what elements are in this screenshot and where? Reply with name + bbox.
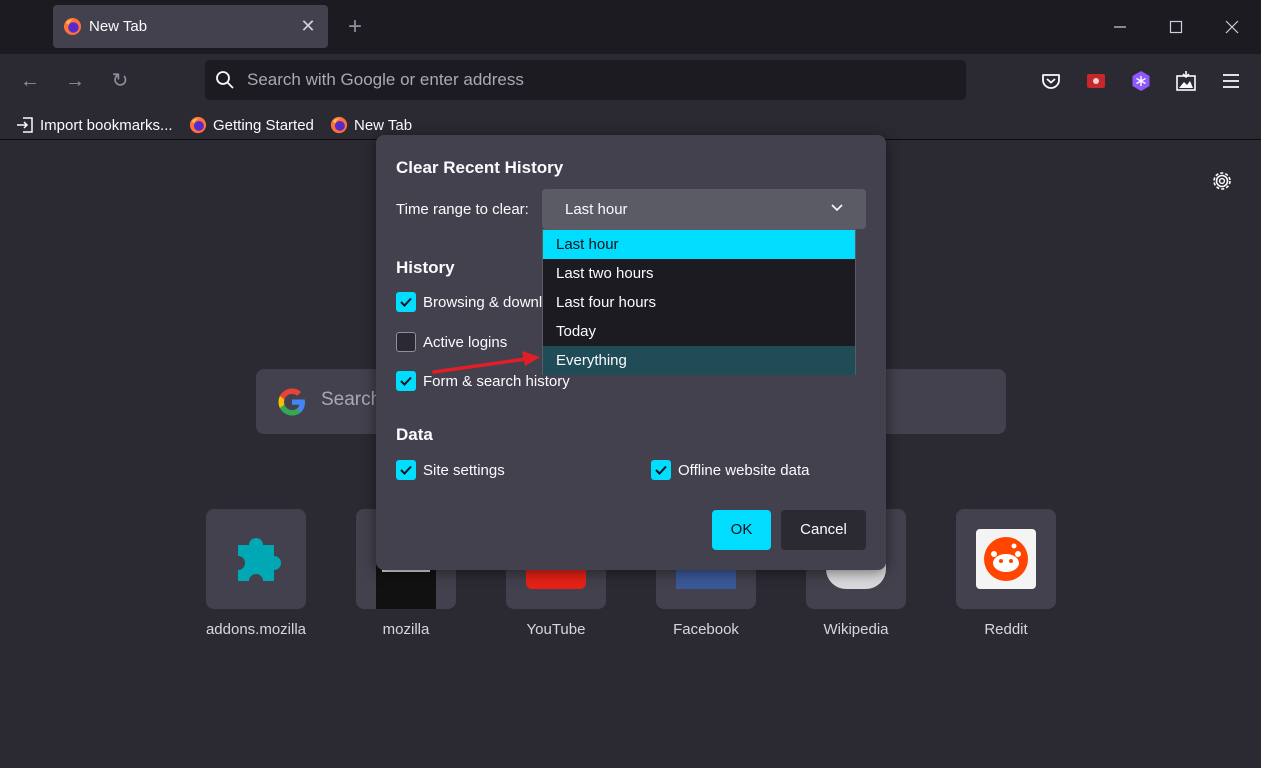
address-input[interactable] bbox=[247, 60, 947, 100]
browsing-history-checkbox[interactable] bbox=[396, 292, 416, 312]
search-icon bbox=[216, 71, 234, 89]
minimize-icon bbox=[1114, 26, 1126, 28]
site-label: YouTube bbox=[526, 621, 586, 638]
firefox-icon bbox=[189, 116, 207, 134]
cancel-button[interactable]: Cancel bbox=[781, 510, 866, 550]
close-icon bbox=[1225, 20, 1239, 34]
google-icon bbox=[278, 388, 305, 416]
reload-button[interactable]: ↻ bbox=[105, 66, 135, 96]
active-logins-checkbox[interactable] bbox=[396, 332, 416, 352]
form-history-checkbox[interactable] bbox=[396, 371, 416, 391]
top-site-addons[interactable]: addons.mozilla bbox=[206, 509, 306, 638]
site-tile bbox=[206, 509, 306, 609]
title-bar: New Tab ✕ + bbox=[0, 0, 1261, 54]
maximize-button[interactable] bbox=[1159, 10, 1193, 44]
firefox-icon bbox=[330, 116, 348, 134]
bookmark-new-tab[interactable]: New Tab bbox=[330, 114, 412, 136]
option-last-two-hours[interactable]: Last two hours bbox=[543, 259, 855, 288]
site-label: Wikipedia bbox=[823, 621, 889, 638]
pocket-icon[interactable] bbox=[1037, 67, 1065, 95]
annotation-arrow-icon bbox=[432, 351, 540, 374]
close-window-button[interactable] bbox=[1215, 10, 1249, 44]
dialog-title: Clear Recent History bbox=[396, 158, 564, 177]
navigation-toolbar: ← → ↻ bbox=[0, 54, 1261, 108]
browsing-history-label: Browsing & downl bbox=[423, 294, 543, 311]
checkmark-icon bbox=[400, 376, 412, 386]
bookmark-getting-started[interactable]: Getting Started bbox=[189, 114, 314, 136]
history-heading: History bbox=[396, 258, 455, 277]
google-search-placeholder: Search bbox=[321, 389, 382, 410]
time-range-select[interactable]: Last hour bbox=[542, 189, 866, 229]
offline-data-checkbox[interactable] bbox=[651, 460, 671, 480]
screenshot-icon[interactable] bbox=[1172, 67, 1200, 95]
extension-red-icon[interactable] bbox=[1082, 67, 1110, 95]
menu-icon[interactable] bbox=[1217, 67, 1245, 95]
import-icon bbox=[17, 117, 33, 133]
time-range-dropdown: Last hour Last two hours Last four hours… bbox=[542, 229, 856, 375]
time-range-value: Last hour bbox=[565, 201, 628, 218]
option-last-hour[interactable]: Last hour bbox=[543, 230, 855, 259]
ok-button[interactable]: OK bbox=[712, 510, 771, 550]
tab-title: New Tab bbox=[89, 18, 148, 35]
gear-icon[interactable] bbox=[1209, 168, 1235, 194]
minimize-button[interactable] bbox=[1103, 10, 1137, 44]
site-label: Reddit bbox=[984, 621, 1028, 638]
offline-data-label: Offline website data bbox=[678, 462, 810, 479]
checkmark-icon bbox=[400, 465, 412, 475]
data-heading: Data bbox=[396, 425, 433, 444]
active-logins-label: Active logins bbox=[423, 334, 508, 351]
address-bar[interactable] bbox=[205, 60, 966, 100]
forward-button[interactable]: → bbox=[60, 66, 90, 96]
mozilla-logo-marks bbox=[382, 569, 430, 579]
site-label: addons.mozilla bbox=[205, 621, 307, 638]
chevron-down-icon bbox=[831, 204, 843, 212]
extension-purple-icon[interactable] bbox=[1127, 67, 1155, 95]
site-label: Facebook bbox=[673, 621, 739, 638]
puzzle-icon bbox=[238, 538, 281, 581]
option-today[interactable]: Today bbox=[543, 317, 855, 346]
top-site-reddit[interactable]: Reddit bbox=[956, 509, 1056, 638]
back-button[interactable]: ← bbox=[15, 66, 45, 96]
site-label: mozilla bbox=[382, 621, 430, 638]
bookmark-label: New Tab bbox=[354, 116, 413, 134]
new-tab-button[interactable]: + bbox=[342, 14, 368, 40]
tab-close-icon[interactable]: ✕ bbox=[296, 14, 320, 38]
firefox-icon bbox=[63, 17, 82, 36]
checkmark-icon bbox=[400, 297, 412, 307]
option-last-four-hours[interactable]: Last four hours bbox=[543, 288, 855, 317]
reddit-icon bbox=[984, 537, 1028, 581]
tab-new-tab[interactable]: New Tab ✕ bbox=[53, 5, 328, 48]
site-settings-label: Site settings bbox=[423, 462, 505, 479]
bookmark-label: Getting Started bbox=[213, 116, 314, 134]
site-settings-checkbox[interactable] bbox=[396, 460, 416, 480]
bookmark-label: Import bookmarks... bbox=[40, 116, 173, 134]
time-range-label: Time range to clear: bbox=[396, 201, 529, 218]
checkmark-icon bbox=[655, 465, 667, 475]
maximize-icon bbox=[1169, 20, 1183, 34]
site-tile bbox=[956, 509, 1056, 609]
option-everything[interactable]: Everything bbox=[543, 346, 855, 375]
bookmark-import[interactable]: Import bookmarks... bbox=[16, 114, 173, 136]
